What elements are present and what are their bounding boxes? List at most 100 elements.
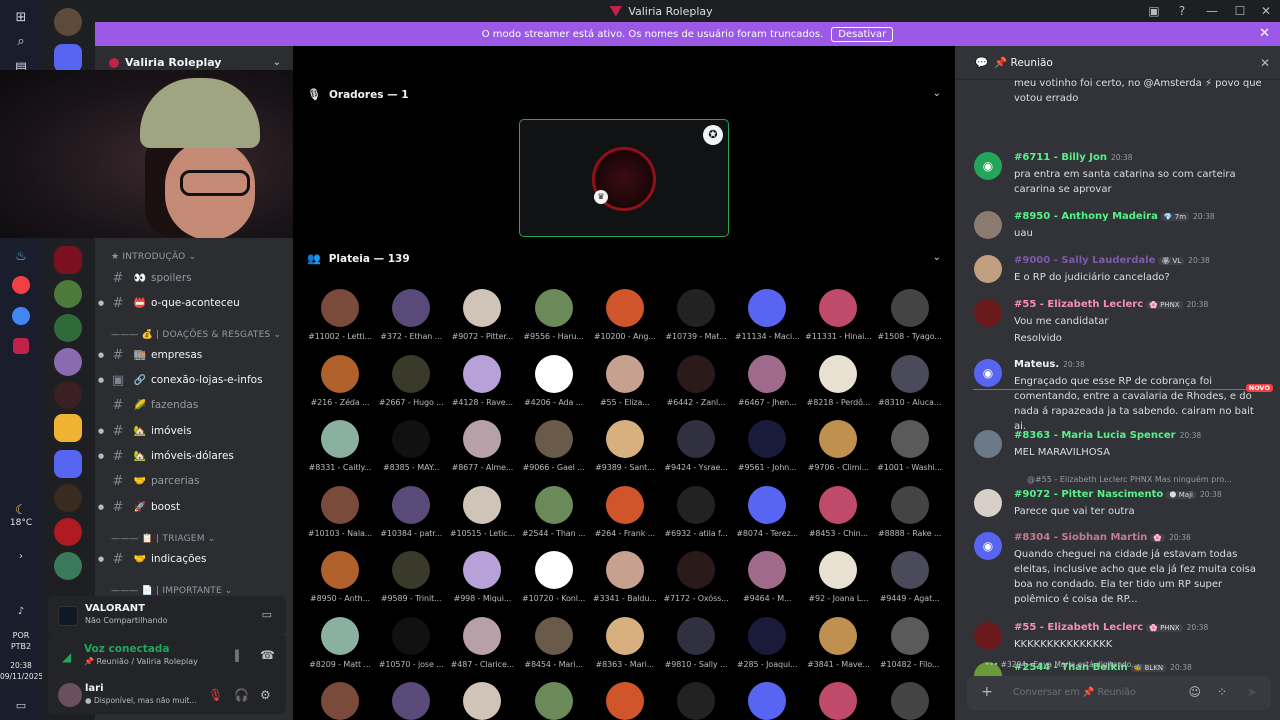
audience-member[interactable]: #8331 - Caitly... xyxy=(305,420,375,472)
audience-member[interactable] xyxy=(447,682,517,720)
category-doacoes[interactable]: ——— 💰 | DOAÇÕES & RESGATES ⌄ xyxy=(111,330,281,340)
audience-member[interactable]: #55 - Eliza... xyxy=(590,354,660,407)
noise-suppression-icon[interactable]: ‖ xyxy=(234,648,240,662)
audience-member[interactable]: #9556 - Haru... xyxy=(519,289,589,341)
chevron-up-icon[interactable]: › xyxy=(10,545,32,567)
message-author[interactable]: #6711 - Billy Jon xyxy=(1014,152,1107,163)
audience-member[interactable] xyxy=(590,682,660,720)
audience-member[interactable]: #8950 - Anth... xyxy=(305,551,375,603)
category-triagem[interactable]: ——— 📋 | TRIAGEM ⌄ xyxy=(111,534,215,544)
audience-member[interactable]: #216 - Zéda ... xyxy=(305,354,375,407)
avatar[interactable] xyxy=(974,211,1002,239)
chevron-down-icon[interactable]: ⌄ xyxy=(933,252,941,263)
headphones-icon[interactable]: 🎧 xyxy=(234,688,249,702)
audience-member[interactable]: #10515 - Letic... xyxy=(447,485,517,538)
windows-start-icon[interactable]: ⊞ xyxy=(10,6,32,28)
message-author[interactable]: #8950 - Anthony Madeira xyxy=(1014,211,1158,222)
disable-streamer-button[interactable]: Desativar xyxy=(831,26,894,42)
audience-member[interactable]: #11002 - Letti... xyxy=(305,289,375,341)
reply-reference[interactable]: @#55 - Elizabeth Leclerc PHNX Mas ningué… xyxy=(1027,475,1232,484)
message-author[interactable]: #8363 - Maria Lucia Spencer xyxy=(1014,430,1176,441)
close-chat-icon[interactable]: ✕ xyxy=(1260,56,1270,70)
audience-member[interactable]: #285 - Joaqui... xyxy=(732,616,802,669)
voice-location[interactable]: 📌 Reunião / Valiria Roleplay xyxy=(84,657,198,666)
message-author[interactable]: #55 - Elizabeth Leclerc xyxy=(1014,622,1143,633)
folder-icon[interactable] xyxy=(54,450,82,478)
audience-member[interactable]: #9389 - Sant... xyxy=(590,420,660,472)
audience-member[interactable]: #10384 - patr... xyxy=(376,485,446,538)
chevron-down-icon[interactable]: ⌄ xyxy=(933,88,941,99)
server-texas-icon[interactable] xyxy=(54,484,82,512)
audience-member[interactable] xyxy=(875,682,945,720)
channel-imoveis-dolares[interactable]: ● # 🏡 imóveis-dólares xyxy=(95,445,285,467)
audience-member[interactable] xyxy=(732,682,802,720)
audience-member[interactable]: #9589 - Trinit... xyxy=(376,551,446,603)
category-introducao[interactable]: ★ INTRODUÇÃO ⌄ xyxy=(111,252,196,262)
audience-member[interactable]: #8385 - MAY... xyxy=(376,420,446,472)
message-author[interactable]: #8304 - Siobhan Martin xyxy=(1014,532,1147,543)
server-icon[interactable] xyxy=(54,381,82,409)
message-author[interactable]: #9000 - Sally Lauderdale xyxy=(1014,255,1155,266)
audience-member[interactable]: #264 - Frank ... xyxy=(590,485,660,538)
audience-member[interactable]: #9706 - Climi... xyxy=(803,420,873,472)
audience-member[interactable]: #9066 - Gael ... xyxy=(519,420,589,472)
app-icon[interactable] xyxy=(12,276,30,294)
search-icon[interactable]: ⌕ xyxy=(10,30,32,52)
audience-member[interactable]: #10739 - Mat... xyxy=(661,289,731,341)
server-icon[interactable] xyxy=(54,314,82,342)
audience-member[interactable]: #3841 - Mave... xyxy=(803,616,873,669)
audience-member[interactable]: #8677 - Alme... xyxy=(447,420,517,472)
audience-member[interactable]: #8218 - Perdô... xyxy=(803,354,873,407)
audience-member[interactable]: #8454 - Mari... xyxy=(519,616,589,669)
audience-member[interactable]: #998 - Miqui... xyxy=(447,551,517,603)
speaker-tile[interactable]: ♛ ✪ xyxy=(519,119,729,237)
server-icon[interactable] xyxy=(54,8,82,36)
audience-member[interactable]: #10720 - Konl... xyxy=(519,551,589,603)
audience-member[interactable]: #9464 - M... xyxy=(732,551,802,603)
message-author[interactable]: #9072 - Pitter Nascimento xyxy=(1014,489,1163,500)
maximize-button[interactable]: ☐ xyxy=(1232,3,1248,19)
chrome-icon[interactable] xyxy=(12,307,30,325)
channel-parcerias[interactable]: # 🤝 parcerias xyxy=(95,470,285,492)
close-button[interactable]: ✕ xyxy=(1258,3,1274,19)
avatar[interactable] xyxy=(974,622,1002,650)
audience-member[interactable]: #7172 - Oxóss... xyxy=(661,551,731,603)
server-icon[interactable] xyxy=(54,518,82,546)
audience-member[interactable]: #4128 - Rave... xyxy=(447,354,517,407)
message-author[interactable]: #55 - Elizabeth Leclerc xyxy=(1014,299,1143,310)
audience-member[interactable]: #1508 - Tyago... xyxy=(875,289,945,341)
notification-icon[interactable]: ▭ xyxy=(10,694,32,716)
audience-member[interactable]: #8363 - Mari... xyxy=(590,616,660,669)
audience-member[interactable]: #10482 - Filo... xyxy=(875,616,945,669)
audience-member[interactable]: #11331 - Hinai... xyxy=(803,289,873,341)
avatar[interactable] xyxy=(974,255,1002,283)
taskbar-clock[interactable]: 20:38 09/11/2025 xyxy=(0,660,43,682)
speakers-header[interactable]: 🎙 Oradores — 1 xyxy=(307,88,409,101)
steam-icon[interactable]: ♨ xyxy=(10,245,32,267)
discord-default-avatar[interactable]: ◉ xyxy=(974,532,1002,560)
audience-member[interactable]: #10570 - jose ... xyxy=(376,616,446,669)
disconnect-icon[interactable]: ☎ xyxy=(260,648,275,662)
audience-member[interactable]: #9424 - Ysrae... xyxy=(661,420,731,472)
category-importante[interactable]: ——— 📄 | IMPORTANTE ⌄ xyxy=(111,586,233,596)
apps-icon[interactable]: ⁘ xyxy=(1217,685,1227,699)
audience-member[interactable]: #1001 - Washi... xyxy=(875,420,945,472)
audience-member[interactable] xyxy=(305,682,375,720)
channel-o-que-aconteceu[interactable]: ● # 📛 o-que-aconteceu xyxy=(95,292,285,314)
audience-member[interactable]: #8209 - Matt ... xyxy=(305,616,375,669)
weather-widget[interactable]: ☾ 18°C xyxy=(0,503,42,528)
message-author[interactable]: Mateus. xyxy=(1014,359,1059,370)
inbox-icon[interactable]: ▣ xyxy=(1146,3,1162,19)
audience-member[interactable]: #8310 - Aluca... xyxy=(875,354,945,407)
audience-member[interactable]: #10200 - Ang... xyxy=(590,289,660,341)
channel-indicacoes[interactable]: ● # 🤝 indicações xyxy=(95,548,285,570)
help-icon[interactable]: ? xyxy=(1174,3,1190,19)
server-valiria[interactable] xyxy=(54,246,82,274)
avatar[interactable] xyxy=(974,299,1002,327)
audience-header[interactable]: 👥 Plateia — 139 xyxy=(307,252,410,265)
send-icon[interactable]: ➤ xyxy=(1247,685,1257,699)
chat-input[interactable]: + Conversar em 📌 Reunião ☺ ⁘ ➤ xyxy=(967,676,1271,710)
server-icon[interactable] xyxy=(54,552,82,580)
audience-member[interactable]: #2667 - Hugo ... xyxy=(376,354,446,407)
channel-fazendas[interactable]: # 🌽 fazendas xyxy=(95,394,285,416)
